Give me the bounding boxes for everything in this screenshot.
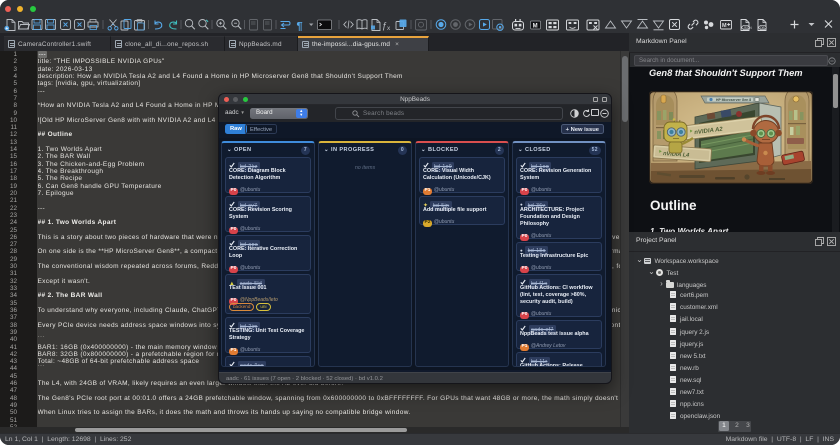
svg-text:x: x [387,25,391,32]
svg-text:¶: ¶ [297,21,303,33]
svg-text:HP Microserver Gen 8: HP Microserver Gen 8 [716,98,751,102]
svg-text:M: M [533,24,538,30]
svg-text:DB: DB [760,26,764,30]
svg-text:JSON: JSON [743,26,752,30]
svg-text:M: M [722,23,727,29]
